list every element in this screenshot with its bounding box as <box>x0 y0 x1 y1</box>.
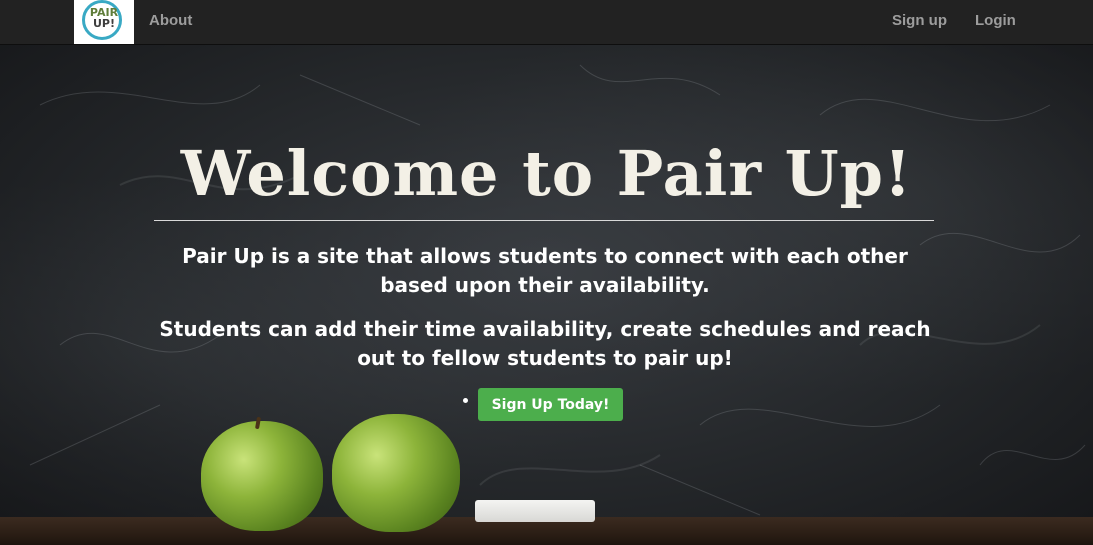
green-apple-left <box>201 421 323 531</box>
hero-title: Welcome to Pair Up! <box>180 137 913 210</box>
green-apple-right <box>332 414 460 532</box>
hero-description-2: Students can add their time availability… <box>159 317 931 370</box>
pair-up-logo[interactable]: PAIR UP! <box>74 0 134 44</box>
nav-login-link[interactable]: Login <box>975 12 1016 29</box>
nav-signup-link[interactable]: Sign up <box>892 12 947 29</box>
logo-text-line2: UP! <box>92 17 115 30</box>
chalk-stick <box>475 500 595 522</box>
sign-up-today-button[interactable]: Sign Up Today! <box>478 388 623 421</box>
bullet-icon <box>463 398 468 403</box>
title-divider <box>154 220 934 221</box>
hero-chalkboard: Welcome to Pair Up! Pair Up is a site th… <box>0 45 1093 545</box>
nav-about-link[interactable]: About <box>149 12 192 29</box>
hero-description-1: Pair Up is a site that allows students t… <box>182 244 908 297</box>
top-navbar: PAIR UP! About Sign up Login <box>0 0 1093 45</box>
